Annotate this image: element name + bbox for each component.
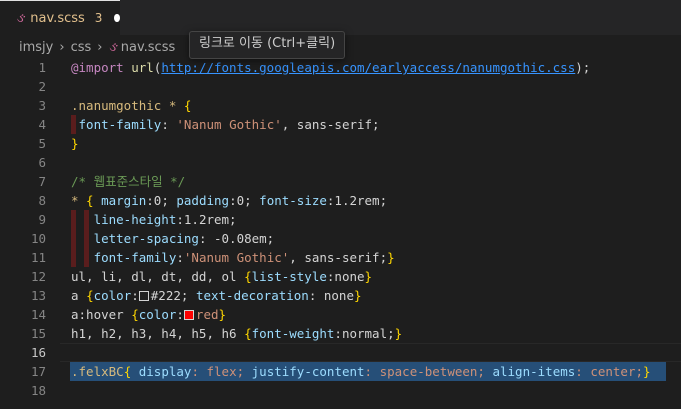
code-line-9[interactable]: line-height:1.2rem; bbox=[71, 210, 237, 229]
code-line-12[interactable]: ul, li, dl, dt, dd, ol {list-style:none} bbox=[71, 267, 372, 286]
chevron-right-icon: › bbox=[97, 39, 103, 55]
line-number: 1 bbox=[38, 60, 46, 75]
line-number: 7 bbox=[38, 174, 46, 189]
code-line-5[interactable]: } bbox=[71, 134, 79, 153]
line-number: 14 bbox=[30, 307, 46, 322]
line-number: 12 bbox=[30, 269, 46, 284]
code-editor[interactable]: 1 2 3 4 5 6 7 8 9 10 11 12 13 14 15 16 1… bbox=[0, 58, 681, 409]
code-line-7[interactable]: /* 웹표준스타일 */ bbox=[71, 172, 185, 191]
code-line-10[interactable]: letter-spacing: -0.08em; bbox=[71, 229, 275, 248]
code-line-8[interactable]: * { margin:0; padding:0; font-size:1.2re… bbox=[71, 191, 387, 210]
code-line-17[interactable]: .felxBC{ display: flex; justify-content:… bbox=[71, 362, 651, 381]
line-number: 8 bbox=[38, 193, 46, 208]
line-number: 10 bbox=[30, 231, 46, 246]
line-number: 5 bbox=[38, 136, 46, 151]
line-number: 9 bbox=[38, 212, 46, 227]
code-line-3[interactable]: .nanumgothic * { bbox=[71, 96, 191, 115]
line-number: 18 bbox=[30, 383, 46, 398]
sass-icon: ઙ bbox=[16, 10, 25, 26]
line-number: 15 bbox=[30, 326, 46, 341]
chevron-right-icon: › bbox=[59, 39, 65, 55]
color-swatch-222[interactable] bbox=[138, 291, 149, 301]
line-number: 6 bbox=[38, 155, 46, 170]
breadcrumb-folder-css[interactable]: css bbox=[71, 40, 92, 55]
tab-nav-scss[interactable]: ઙ nav.scss 3 bbox=[0, 0, 120, 35]
unsaved-dot-icon[interactable] bbox=[114, 14, 120, 22]
line-number: 2 bbox=[38, 79, 46, 94]
line-number: 13 bbox=[30, 288, 46, 303]
line-number: 11 bbox=[30, 250, 46, 265]
code-line-4[interactable]: font-family: 'Nanum Gothic', sans-serif; bbox=[71, 115, 380, 134]
code-line-1[interactable]: @import url(http://fonts.googleapis.com/… bbox=[71, 58, 590, 77]
line-number: 17 bbox=[30, 364, 46, 379]
color-swatch-red[interactable] bbox=[183, 310, 194, 320]
link-tooltip: 링크로 이동 (Ctrl+클릭) bbox=[189, 31, 346, 59]
import-link[interactable]: http://fonts.googleapis.com/earlyaccess/… bbox=[161, 60, 575, 75]
code-line-15[interactable]: h1, h2, h3, h4, h5, h6 {font-weight:norm… bbox=[71, 324, 402, 343]
line-number: 4 bbox=[38, 117, 46, 132]
tab-filename: nav.scss bbox=[30, 10, 85, 26]
breadcrumb-file[interactable]: nav.scss bbox=[121, 40, 176, 55]
tab-bar: ઙ nav.scss 3 bbox=[0, 0, 681, 35]
code-line-14[interactable]: a:hover {color: red} bbox=[71, 305, 226, 324]
current-line-highlight bbox=[60, 343, 681, 362]
line-number: 16 bbox=[30, 345, 46, 360]
problem-count-badge: 3 bbox=[94, 11, 103, 25]
line-number: 3 bbox=[38, 98, 46, 113]
code-line-11[interactable]: font-family:'Nanum Gothic', sans-serif;} bbox=[71, 248, 395, 267]
breadcrumb-folder-imsjy[interactable]: imsjy bbox=[19, 40, 53, 55]
code-line-13[interactable]: a {color: #222; text-decoration: none} bbox=[71, 286, 362, 305]
sass-icon: ઙ bbox=[108, 39, 117, 55]
